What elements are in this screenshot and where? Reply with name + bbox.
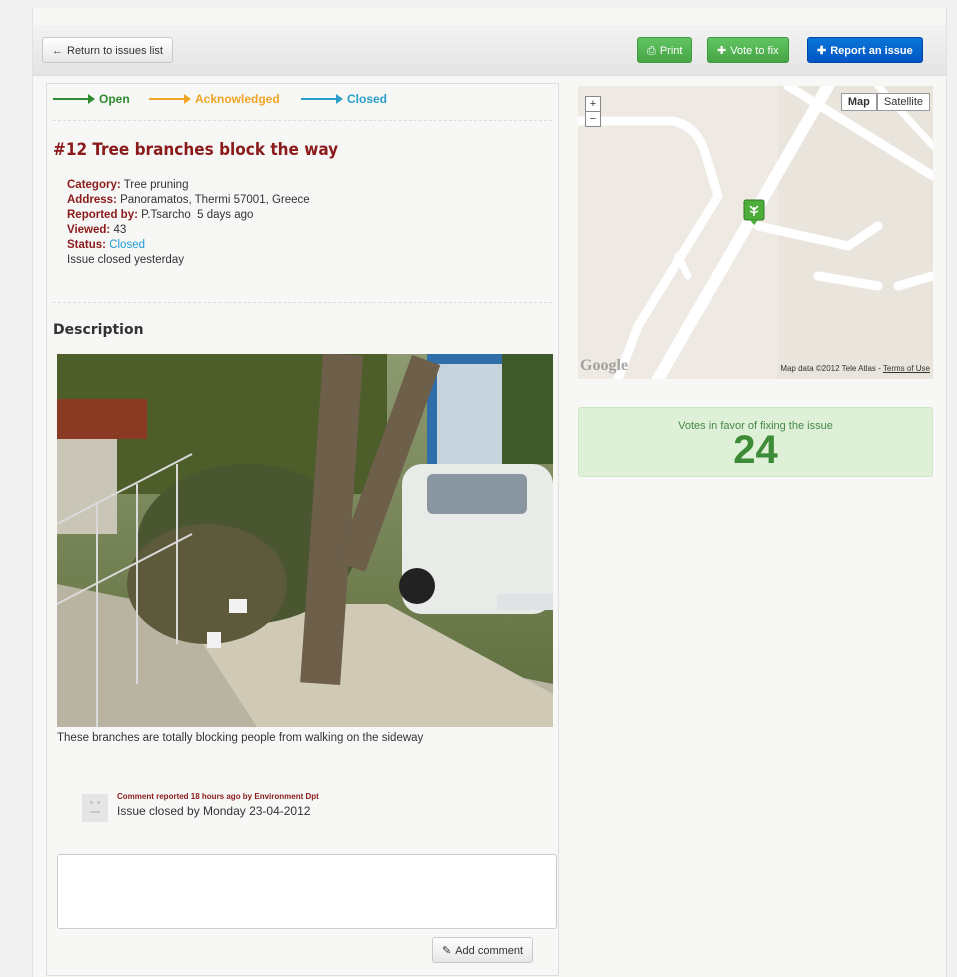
google-logo: Google	[580, 357, 628, 374]
divider	[53, 120, 552, 121]
return-label: Return to issues list	[67, 45, 163, 57]
map-type-satellite-button[interactable]: Satellite	[876, 93, 930, 111]
status-step-label: Acknowledged	[195, 92, 280, 106]
comment-input[interactable]	[57, 854, 557, 929]
meta-value: P.Tsarcho 5 days ago	[141, 209, 254, 221]
votes-count: 24	[733, 428, 778, 472]
plus-icon: ✚	[817, 45, 827, 57]
issue-detail-panel: Open Acknowledged Closed #12 Tree branch…	[46, 83, 559, 976]
meta-label: Category:	[67, 179, 121, 191]
add-comment-button[interactable]: ✎ Add comment	[432, 937, 534, 963]
user-avatar-icon	[90, 801, 100, 813]
photo-caption: These branches are totally blocking peop…	[57, 732, 424, 744]
arrow-right-icon	[53, 94, 95, 104]
attribution-text: Map data ©2012 Tele Atlas -	[780, 364, 883, 373]
meta-label: Address:	[67, 194, 117, 206]
tree-marker-icon[interactable]	[743, 199, 765, 226]
zoom-out-button[interactable]: −	[586, 111, 600, 126]
zoom-in-button[interactable]: +	[586, 97, 600, 111]
report-issue-button[interactable]: ✚ Report an issue	[807, 37, 923, 63]
arrow-left-icon: ←	[52, 45, 63, 57]
avatar	[82, 794, 108, 822]
map-roads	[578, 86, 933, 379]
terms-of-use-link[interactable]: Terms of Use	[883, 364, 930, 373]
meta-value: 43	[113, 224, 127, 236]
status-flow: Open Acknowledged Closed	[53, 92, 553, 112]
comment-text: Issue closed by Monday 23-04-2012	[117, 804, 311, 818]
issue-title: #12 Tree branches block the way	[53, 140, 339, 160]
add-comment-label: Add comment	[455, 945, 524, 957]
vote-to-fix-button[interactable]: ✚ Vote to fix	[707, 37, 789, 63]
map-type-map-button[interactable]: Map	[840, 93, 877, 111]
meta-value: Panoramatos, Thermi 57001, Greece	[120, 194, 310, 206]
comment-item: Comment reported 18 hours ago by Environ…	[82, 792, 542, 824]
comment-meta: Comment reported 18 hours ago by Environ…	[117, 792, 319, 801]
meta-viewed: Viewed: 43	[67, 223, 310, 238]
return-to-list-button[interactable]: ← Return to issues list	[42, 37, 173, 63]
print-label: Print	[659, 45, 683, 57]
meta-category: Category: Tree pruning	[67, 178, 310, 193]
status-step-open: Open	[53, 92, 130, 106]
status-step-acknowledged: Acknowledged	[149, 92, 280, 106]
meta-label: Status:	[67, 239, 106, 251]
map-zoom-control: + −	[585, 96, 601, 127]
votes-panel: Votes in favor of fixing the issue 24	[578, 407, 933, 477]
print-icon: ⎙	[647, 45, 656, 57]
meta-reported-by: Reported by: P.Tsarcho 5 days ago	[67, 208, 310, 223]
divider	[53, 302, 552, 303]
meta-closed-note: Issue closed yesterday	[67, 254, 184, 266]
meta-status: Status: Closed	[67, 238, 310, 253]
issue-photo	[57, 354, 553, 727]
pencil-icon: ✎	[442, 945, 452, 957]
top-toolbar: ← Return to issues list ⎙ Print ✚ Vote to f…	[33, 25, 946, 76]
arrow-right-icon	[149, 94, 191, 104]
status-value: Closed	[109, 239, 145, 251]
meta-label: Viewed:	[67, 224, 111, 236]
description-heading: Description	[53, 322, 144, 338]
vote-label: Vote to fix	[730, 45, 779, 57]
report-label: Report an issue	[830, 45, 913, 57]
meta-address: Address: Panoramatos, Thermi 57001, Gree…	[67, 193, 310, 208]
map-attribution: Map data ©2012 Tele Atlas - Terms of Use	[780, 364, 930, 373]
issue-meta: Category: Tree pruning Address: Panorama…	[67, 178, 310, 268]
issue-photo-image	[57, 354, 553, 727]
status-step-label: Closed	[347, 92, 388, 106]
meta-label: Reported by:	[67, 209, 138, 221]
status-step-label: Open	[99, 92, 130, 106]
arrow-right-icon	[301, 94, 343, 104]
print-button[interactable]: ⎙ Print	[637, 37, 693, 63]
plus-icon: ✚	[717, 45, 727, 57]
map-type-control: Map Satellite	[840, 93, 930, 111]
page-container: ← Return to issues list ⎙ Print ✚ Vote to f…	[32, 8, 947, 977]
issue-map[interactable]: + − Map Satellite Google Map data ©2012 …	[578, 86, 933, 379]
meta-value: Tree pruning	[123, 179, 189, 191]
status-step-closed: Closed	[301, 92, 387, 106]
